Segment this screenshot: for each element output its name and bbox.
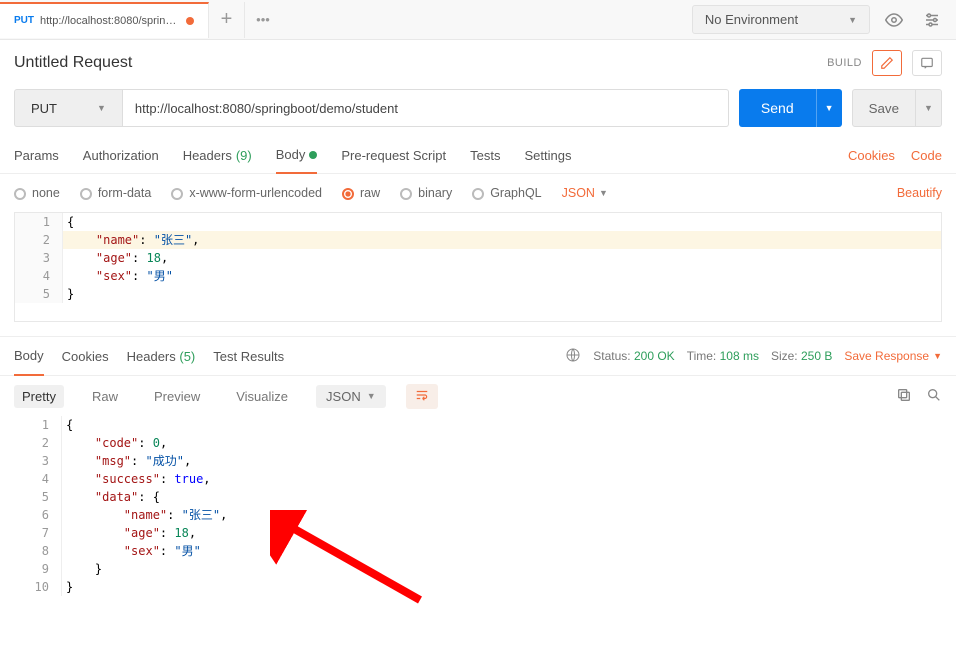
response-body-viewer[interactable]: 1{ 2 "code": 0, 3 "msg": "成功", 4 "succes…: [0, 416, 956, 616]
comment-icon: [920, 56, 934, 70]
save-button[interactable]: Save: [852, 89, 916, 127]
chevron-down-icon: ▼: [97, 103, 106, 113]
bodytype-formdata[interactable]: form-data: [80, 186, 152, 200]
tab-overflow-button[interactable]: •••: [245, 2, 281, 38]
body-type-row: none form-data x-www-form-urlencoded raw…: [0, 174, 956, 212]
raw-type-select[interactable]: JSON ▼: [562, 186, 608, 200]
tab-method-badge: PUT: [14, 15, 34, 26]
response-tab-headers-label: Headers: [127, 349, 176, 364]
chevron-down-icon: ▼: [848, 15, 857, 25]
radio-icon: [171, 188, 183, 200]
eye-icon: [885, 11, 903, 29]
view-raw[interactable]: Raw: [84, 385, 126, 408]
time-label: Time:: [687, 349, 717, 363]
url-input[interactable]: [123, 89, 729, 127]
response-format-label: JSON: [326, 389, 361, 404]
tab-tests[interactable]: Tests: [470, 138, 500, 174]
wrap-icon: [414, 388, 430, 402]
request-name-row: Untitled Request BUILD: [0, 40, 956, 86]
pencil-icon: [880, 56, 894, 70]
response-tab-body[interactable]: Body: [14, 336, 44, 376]
copy-response-button[interactable]: [896, 387, 912, 406]
bodytype-binary[interactable]: binary: [400, 186, 452, 200]
tab-headers-label: Headers: [183, 148, 232, 163]
radio-checked-icon: [342, 188, 354, 200]
edit-button[interactable]: [872, 50, 902, 76]
save-dropdown[interactable]: ▼: [916, 89, 942, 127]
response-viewbar: Pretty Raw Preview Visualize JSON ▼: [0, 376, 956, 416]
raw-type-label: JSON: [562, 186, 595, 200]
tab-body-label: Body: [276, 147, 306, 162]
chevron-down-icon: ▼: [367, 391, 376, 401]
new-tab-button[interactable]: +: [209, 2, 245, 38]
method-select[interactable]: PUT ▼: [14, 89, 123, 127]
request-body-editor[interactable]: 1{ 2 "name": "张三", 3 "age": 18, 4 "sex":…: [14, 212, 942, 322]
radio-icon: [472, 188, 484, 200]
save-response-button[interactable]: Save Response ▼: [844, 349, 942, 363]
response-tab-tests[interactable]: Test Results: [213, 336, 284, 376]
unsaved-dot-icon: [186, 17, 194, 25]
request-name[interactable]: Untitled Request: [14, 54, 132, 72]
search-icon: [926, 387, 942, 403]
method-value: PUT: [31, 101, 57, 116]
beautify-button[interactable]: Beautify: [897, 186, 942, 200]
radio-icon: [80, 188, 92, 200]
view-preview[interactable]: Preview: [146, 385, 208, 408]
bodytype-urlencoded[interactable]: x-www-form-urlencoded: [171, 186, 322, 200]
time-value: 108 ms: [720, 349, 759, 363]
url-row: PUT ▼ Send ▼ Save ▼: [0, 86, 956, 130]
body-indicator-dot-icon: [309, 151, 317, 159]
wrap-lines-button[interactable]: [406, 384, 438, 409]
chevron-down-icon: ▼: [825, 103, 834, 113]
bodytype-graphql[interactable]: GraphQL: [472, 186, 541, 200]
radio-icon: [400, 188, 412, 200]
tab-headers[interactable]: Headers (9): [183, 138, 252, 174]
sliders-icon: [923, 11, 941, 29]
build-label: BUILD: [827, 57, 862, 69]
chevron-down-icon: ▼: [924, 103, 933, 113]
size-value: 250 B: [801, 349, 832, 363]
tab-title: http://localhost:8080/springbo...: [40, 15, 180, 27]
tab-settings[interactable]: Settings: [524, 138, 571, 174]
code-link[interactable]: Code: [911, 148, 942, 163]
tab-authorization[interactable]: Authorization: [83, 138, 159, 174]
send-button[interactable]: Send: [739, 89, 816, 127]
radio-icon: [14, 188, 26, 200]
bodytype-none[interactable]: none: [14, 186, 60, 200]
response-tab-headers-count: (5): [179, 349, 195, 364]
environment-select[interactable]: No Environment ▼: [692, 5, 870, 34]
bodytype-raw[interactable]: raw: [342, 186, 380, 200]
request-tab[interactable]: PUT http://localhost:8080/springbo...: [0, 2, 209, 38]
chevron-down-icon: ▼: [599, 188, 608, 198]
size-label: Size:: [771, 349, 798, 363]
top-tab-bar: PUT http://localhost:8080/springbo... + …: [0, 0, 956, 40]
send-dropdown[interactable]: ▼: [816, 89, 842, 127]
globe-icon[interactable]: [565, 347, 581, 366]
copy-icon: [896, 387, 912, 403]
response-tab-headers[interactable]: Headers (5): [127, 336, 196, 376]
response-format-select[interactable]: JSON ▼: [316, 385, 386, 408]
tab-params[interactable]: Params: [14, 138, 59, 174]
environment-label: No Environment: [705, 12, 798, 27]
response-tabs-row: Body Cookies Headers (5) Test Results St…: [0, 336, 956, 376]
request-tabs: Params Authorization Headers (9) Body Pr…: [0, 138, 956, 174]
chevron-down-icon: ▼: [933, 351, 942, 361]
tab-prerequest[interactable]: Pre-request Script: [341, 138, 446, 174]
environment-settings-button[interactable]: [918, 6, 946, 34]
search-response-button[interactable]: [926, 387, 942, 406]
status-label: Status:: [593, 349, 630, 363]
tab-body[interactable]: Body: [276, 138, 318, 174]
save-response-label: Save Response: [844, 349, 929, 363]
view-pretty[interactable]: Pretty: [14, 385, 64, 408]
environment-preview-button[interactable]: [880, 6, 908, 34]
comments-button[interactable]: [912, 50, 942, 76]
view-visualize[interactable]: Visualize: [228, 385, 296, 408]
response-tab-cookies[interactable]: Cookies: [62, 336, 109, 376]
tab-headers-count: (9): [236, 148, 252, 163]
status-value: 200 OK: [634, 349, 675, 363]
cookies-link[interactable]: Cookies: [848, 148, 895, 163]
